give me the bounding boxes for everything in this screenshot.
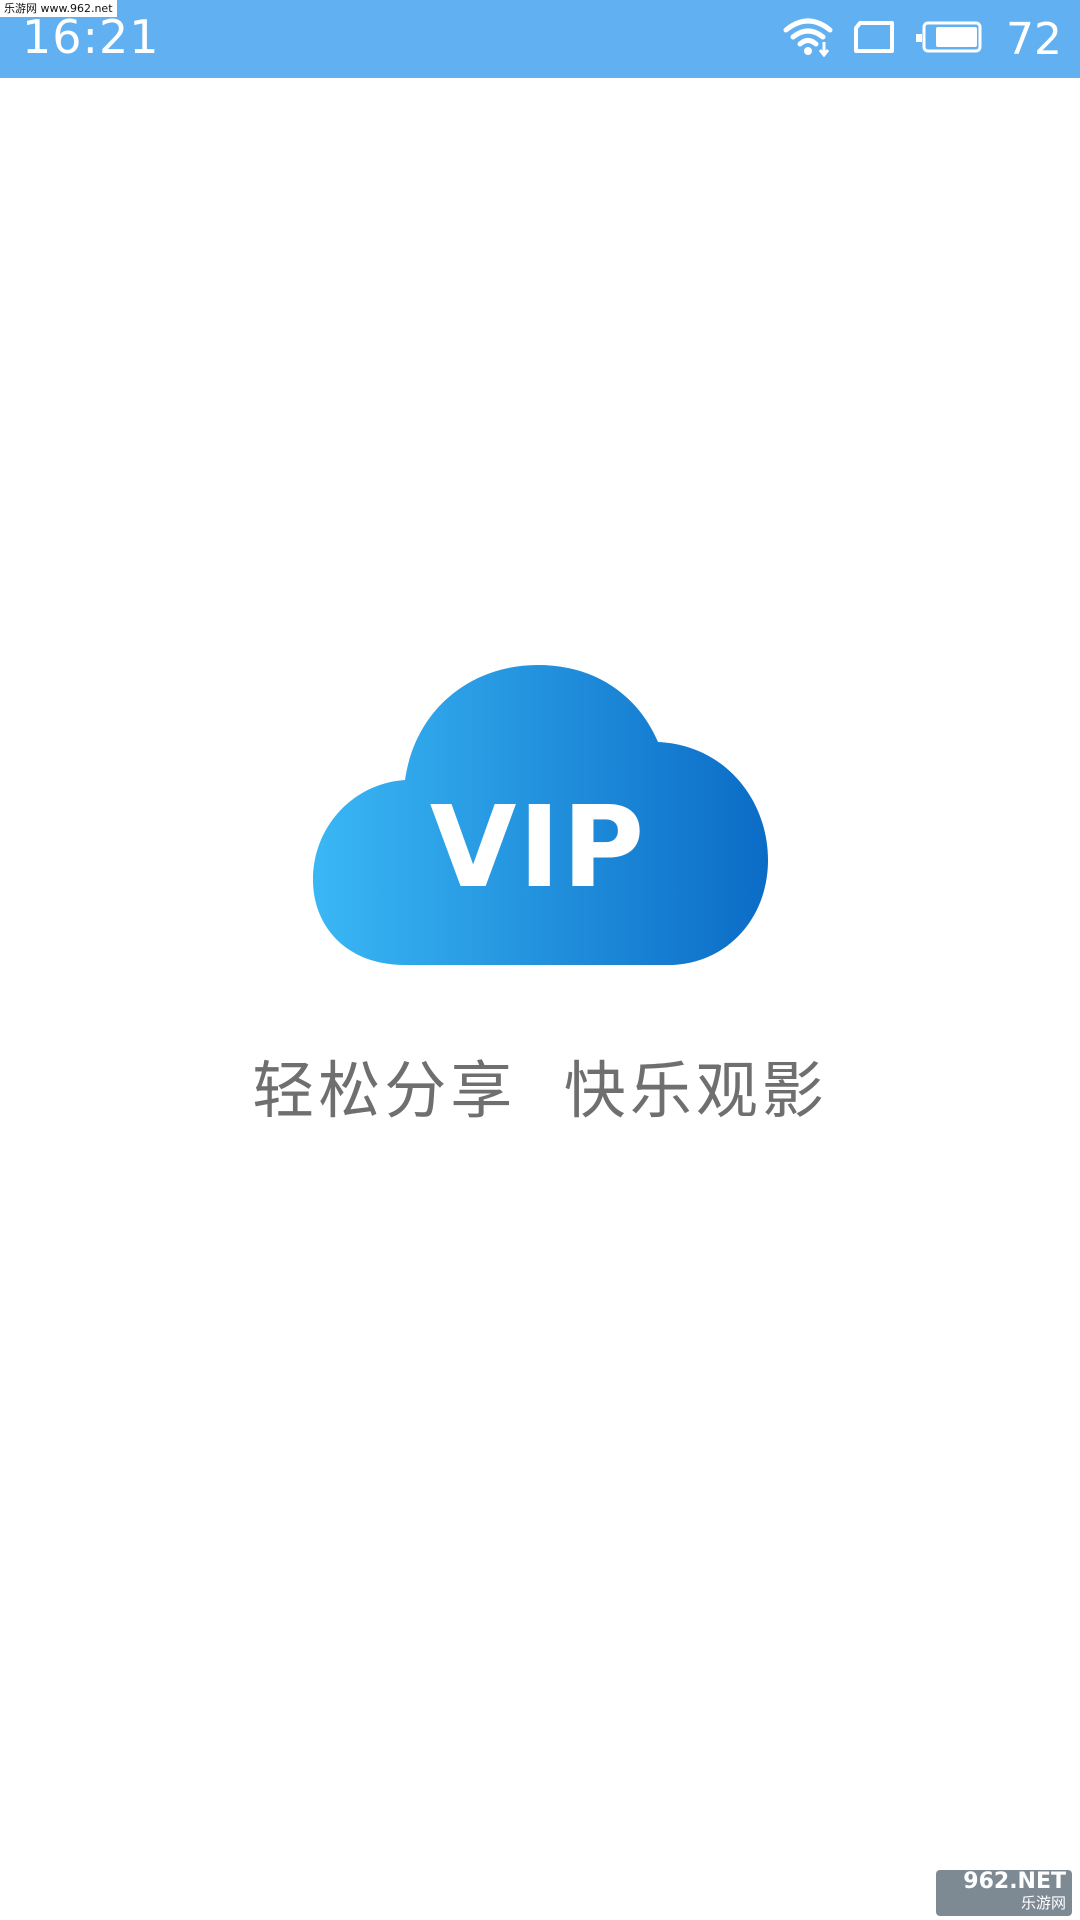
wifi-icon xyxy=(782,16,834,62)
screen-rotate-icon xyxy=(852,20,896,58)
status-time: 16:21 xyxy=(22,10,160,64)
status-bar: 乐游网 www.962.net 16:21 72 xyxy=(0,0,1080,78)
splash-screen: 乐游网 www.962.net 16:21 72 VIP 轻松分享 快乐观影 9… xyxy=(0,0,1080,1920)
watermark-brand: 962.NET xyxy=(963,1869,1066,1894)
watermark-sub: 乐游网 xyxy=(1020,1894,1066,1912)
status-icons: 72 xyxy=(782,13,1062,65)
battery-icon xyxy=(914,20,984,58)
vip-cloud-logo: VIP xyxy=(300,660,780,970)
logo-text: VIP xyxy=(430,783,646,913)
battery-level: 72 xyxy=(1006,13,1062,65)
slogan: 轻松分享 快乐观影 xyxy=(252,1054,828,1127)
bottom-watermark: 962.NET 乐游网 xyxy=(936,1870,1072,1916)
